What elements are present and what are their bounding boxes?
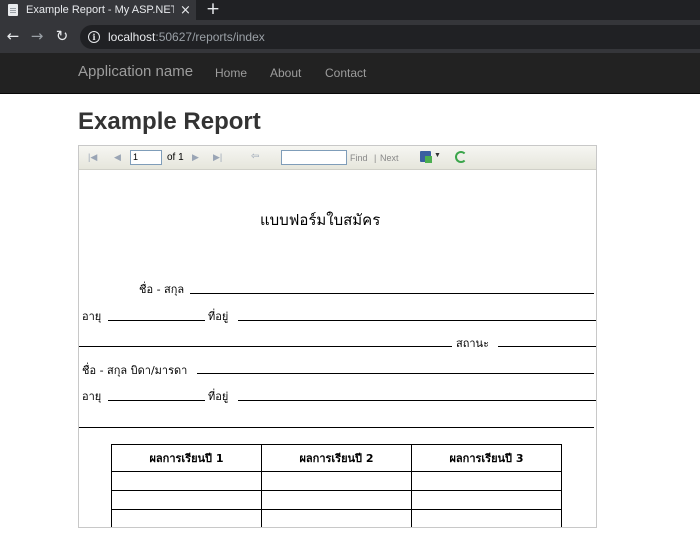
find-next-separator: |	[374, 153, 377, 163]
address-bar[interactable]: i localhost:50627/reports/index	[80, 25, 700, 49]
status-label: สถานะ	[456, 337, 489, 350]
browser-tab[interactable]: Example Report - My ASP.NET Ap ×	[0, 0, 196, 20]
url-path: :50627/reports/index	[155, 30, 265, 44]
url-host: localhost	[108, 30, 156, 44]
page-count-label: of 1	[167, 152, 184, 163]
parent-age-line	[108, 400, 205, 401]
nav-link-about[interactable]: About	[270, 66, 301, 80]
tab-title: Example Report - My ASP.NET Ap	[26, 4, 174, 16]
parent-age-label: อายุ	[82, 390, 102, 403]
age-line	[108, 320, 205, 321]
age-label: อายุ	[82, 310, 102, 323]
table-header-year-2: ผลการเรียนปี 2	[261, 444, 412, 472]
report-page: แบบฟอร์มใบสมัคร ชื่อ - สกุล อายุ ที่อยู่…	[79, 171, 596, 527]
first-page-icon[interactable]: |◀	[88, 151, 97, 163]
table-cell	[261, 490, 412, 510]
table-cell	[411, 471, 562, 491]
table-cell	[261, 471, 412, 491]
report-viewer-toolbar: |◀ ◀ 1 of 1 ▶ ▶| ⇦ Find | Next ▼	[79, 146, 596, 170]
status-line	[498, 346, 596, 347]
site-navbar: Application name Home About Contact	[0, 53, 700, 94]
new-tab-button[interactable]: +	[205, 0, 221, 20]
name-line	[190, 293, 594, 294]
table-row	[111, 509, 562, 527]
tab-close-icon[interactable]: ×	[180, 4, 191, 17]
table-cell	[411, 490, 562, 510]
name-label: ชื่อ - สกุล	[139, 283, 185, 296]
parent-name-line	[197, 373, 594, 374]
nav-link-home[interactable]: Home	[215, 66, 247, 80]
page-number-input[interactable]: 1	[130, 150, 162, 165]
find-link[interactable]: Find	[350, 153, 368, 163]
navbar-brand[interactable]: Application name	[78, 63, 193, 80]
forward-arrow-icon[interactable]: →	[28, 27, 46, 45]
table-row	[111, 490, 562, 510]
address-line	[238, 320, 596, 321]
page-title: Example Report	[78, 108, 261, 135]
nav-link-contact[interactable]: Contact	[325, 66, 366, 80]
report-viewer: |◀ ◀ 1 of 1 ▶ ▶| ⇦ Find | Next ▼ แบบฟอร์…	[78, 145, 597, 528]
table-cell	[111, 509, 262, 527]
export-icon[interactable]	[420, 151, 432, 163]
last-page-icon[interactable]: ▶|	[213, 151, 222, 163]
browser-tab-strip: Example Report - My ASP.NET Ap × +	[0, 0, 700, 20]
address-continuation-line	[79, 346, 452, 347]
refresh-icon[interactable]	[455, 151, 467, 163]
parent-address-label: ที่อยู่	[208, 390, 229, 403]
table-cell	[411, 509, 562, 527]
report-title: แบบฟอร์มใบสมัคร	[260, 211, 381, 229]
find-text-input[interactable]	[281, 150, 347, 165]
previous-page-icon[interactable]: ◀	[114, 151, 121, 163]
section-divider-line	[79, 427, 594, 428]
page-favicon-icon	[8, 4, 18, 16]
table-cell	[261, 509, 412, 527]
back-arrow-icon[interactable]: ←	[4, 27, 22, 45]
next-link[interactable]: Next	[380, 153, 399, 163]
table-cell	[111, 490, 262, 510]
table-row	[111, 471, 562, 491]
back-to-parent-icon[interactable]: ⇦	[251, 151, 259, 163]
address-label: ที่อยู่	[208, 310, 229, 323]
reload-icon[interactable]: ↻	[53, 27, 71, 45]
table-header-year-1: ผลการเรียนปี 1	[111, 444, 262, 472]
next-page-icon[interactable]: ▶	[192, 151, 199, 163]
browser-toolbar: ← → ↻ i localhost:50627/reports/index	[0, 20, 700, 53]
export-dropdown-icon[interactable]: ▼	[434, 152, 441, 159]
table-header-year-3: ผลการเรียนปี 3	[411, 444, 562, 472]
parent-name-label: ชื่อ - สกุล บิดา/มารดา	[82, 364, 188, 377]
table-cell	[111, 471, 262, 491]
grades-table: ผลการเรียนปี 1 ผลการเรียนปี 2 ผลการเรียน…	[111, 444, 562, 527]
parent-address-line	[238, 400, 596, 401]
table-header-row: ผลการเรียนปี 1 ผลการเรียนปี 2 ผลการเรียน…	[111, 444, 562, 472]
site-info-icon[interactable]: i	[88, 31, 100, 43]
